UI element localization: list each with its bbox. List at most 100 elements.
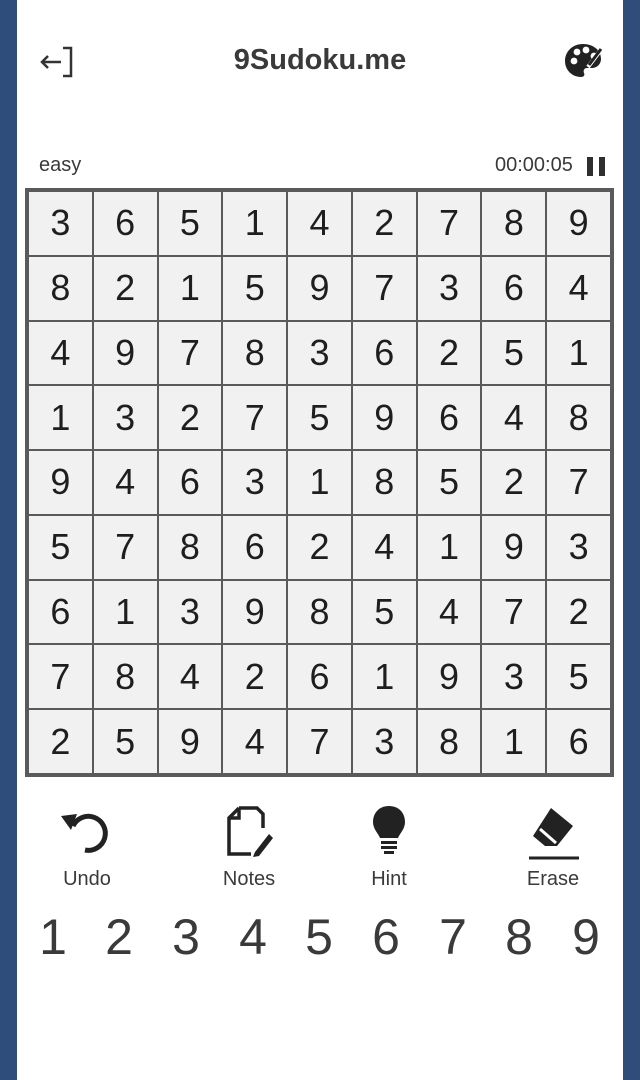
board-cell[interactable]: 6	[288, 645, 351, 709]
board-cell[interactable]: 3	[417, 256, 481, 320]
board-cell[interactable]: 5	[547, 645, 610, 709]
board-cell[interactable]: 3	[223, 451, 287, 514]
board-cell[interactable]: 4	[223, 710, 287, 773]
board-cell[interactable]: 3	[288, 321, 351, 385]
board-cell[interactable]: 2	[288, 515, 351, 579]
board-cell[interactable]: 7	[482, 580, 546, 644]
erase-label: Erase	[526, 868, 580, 890]
board-cell[interactable]: 6	[29, 580, 92, 644]
board-cell[interactable]: 9	[288, 256, 351, 320]
board-cell[interactable]: 8	[223, 321, 287, 385]
number-button-3[interactable]: 3	[161, 908, 211, 966]
app-screen: 9Sudoku.me easy 00:00:05 365142789821597…	[17, 0, 623, 1080]
pause-button[interactable]	[587, 157, 605, 176]
board-cell[interactable]: 8	[547, 386, 610, 450]
number-button-1[interactable]: 1	[28, 908, 78, 966]
board-cell[interactable]: 7	[158, 321, 222, 385]
board-cell[interactable]: 9	[29, 451, 92, 514]
board-cell[interactable]: 7	[223, 386, 287, 450]
board-cell[interactable]: 6	[547, 710, 610, 773]
board-cell[interactable]: 1	[547, 321, 610, 385]
board-cell[interactable]: 7	[29, 645, 92, 709]
board-cell[interactable]: 6	[158, 451, 222, 514]
board-cell[interactable]: 4	[158, 645, 222, 709]
board-cell[interactable]: 4	[288, 192, 351, 255]
board-cell[interactable]: 5	[158, 192, 222, 255]
board-cell[interactable]: 3	[547, 515, 610, 579]
theme-button[interactable]	[563, 41, 603, 81]
board-cell[interactable]: 9	[223, 580, 287, 644]
board-cell[interactable]: 2	[29, 710, 92, 773]
number-button-4[interactable]: 4	[228, 908, 278, 966]
board-cell[interactable]: 7	[93, 515, 157, 579]
hint-button[interactable]: Hint	[339, 800, 439, 895]
board-cell[interactable]: 9	[547, 192, 610, 255]
board-cell[interactable]: 4	[93, 451, 157, 514]
number-button-7[interactable]: 7	[428, 908, 478, 966]
board-cell[interactable]: 1	[93, 580, 157, 644]
app-title: 9Sudoku.me	[233, 44, 407, 76]
board-cell[interactable]: 2	[352, 192, 416, 255]
board-cell[interactable]: 5	[29, 515, 92, 579]
board-cell[interactable]: 4	[482, 386, 546, 450]
number-button-5[interactable]: 5	[294, 908, 344, 966]
board-cell[interactable]: 1	[482, 710, 546, 773]
board-cell[interactable]: 5	[352, 580, 416, 644]
board-cell[interactable]: 1	[288, 451, 351, 514]
board-cell[interactable]: 3	[29, 192, 92, 255]
board-cell[interactable]: 6	[223, 515, 287, 579]
board-cell[interactable]: 8	[417, 710, 481, 773]
board-cell[interactable]: 1	[352, 645, 416, 709]
notes-button[interactable]: Notes	[199, 800, 299, 895]
board-cell[interactable]: 1	[223, 192, 287, 255]
board-cell[interactable]: 8	[29, 256, 92, 320]
board-cell[interactable]: 6	[93, 192, 157, 255]
board-cell[interactable]: 5	[417, 451, 481, 514]
board-cell[interactable]: 4	[29, 321, 92, 385]
board-cell[interactable]: 8	[288, 580, 351, 644]
board-cell[interactable]: 4	[352, 515, 416, 579]
board-cell[interactable]: 5	[288, 386, 351, 450]
board-cell[interactable]: 3	[158, 580, 222, 644]
number-button-6[interactable]: 6	[361, 908, 411, 966]
board-cell[interactable]: 9	[352, 386, 416, 450]
undo-button[interactable]: Undo	[37, 800, 137, 895]
board-cell[interactable]: 2	[482, 451, 546, 514]
board-cell[interactable]: 9	[93, 321, 157, 385]
board-cell[interactable]: 4	[547, 256, 610, 320]
board-cell[interactable]: 2	[417, 321, 481, 385]
board-cell[interactable]: 3	[352, 710, 416, 773]
board-cell[interactable]: 1	[417, 515, 481, 579]
number-button-8[interactable]: 8	[494, 908, 544, 966]
number-button-9[interactable]: 9	[561, 908, 611, 966]
board-cell[interactable]: 8	[158, 515, 222, 579]
board-cell[interactable]: 2	[223, 645, 287, 709]
board-cell[interactable]: 5	[93, 710, 157, 773]
board-cell[interactable]: 9	[417, 645, 481, 709]
board-cell[interactable]: 7	[547, 451, 610, 514]
board-cell[interactable]: 3	[482, 645, 546, 709]
board-cell[interactable]: 1	[29, 386, 92, 450]
board-cell[interactable]: 2	[158, 386, 222, 450]
board-cell[interactable]: 3	[93, 386, 157, 450]
erase-button[interactable]: Erase	[503, 800, 603, 895]
number-button-2[interactable]: 2	[94, 908, 144, 966]
board-cell[interactable]: 7	[288, 710, 351, 773]
board-cell[interactable]: 6	[352, 321, 416, 385]
board-cell[interactable]: 7	[417, 192, 481, 255]
board-cell[interactable]: 5	[482, 321, 546, 385]
board-cell[interactable]: 5	[223, 256, 287, 320]
board-cell[interactable]: 4	[417, 580, 481, 644]
sudoku-board: 3651427898215973644978362511327596489463…	[25, 188, 614, 777]
board-cell[interactable]: 8	[482, 192, 546, 255]
board-cell[interactable]: 1	[158, 256, 222, 320]
board-cell[interactable]: 8	[93, 645, 157, 709]
board-cell[interactable]: 2	[93, 256, 157, 320]
board-cell[interactable]: 6	[482, 256, 546, 320]
board-cell[interactable]: 6	[417, 386, 481, 450]
board-cell[interactable]: 9	[482, 515, 546, 579]
board-cell[interactable]: 8	[352, 451, 416, 514]
board-cell[interactable]: 2	[547, 580, 610, 644]
board-cell[interactable]: 9	[158, 710, 222, 773]
board-cell[interactable]: 7	[352, 256, 416, 320]
